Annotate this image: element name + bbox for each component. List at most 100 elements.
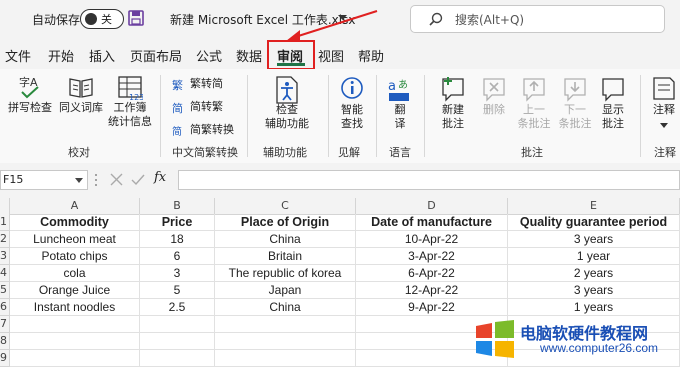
accessibility-icon [276, 76, 298, 104]
table-cell[interactable]: 3 years [508, 282, 680, 299]
autosave-label: 自动保存 [32, 13, 81, 27]
column-header-b[interactable]: B [140, 198, 215, 215]
workbook-statistics-button[interactable]: 123 工作簿 统计信息 [107, 75, 153, 129]
insert-function-button[interactable]: fx [154, 170, 166, 185]
column-header-e[interactable]: E [508, 198, 680, 215]
table-cell[interactable]: China [215, 231, 356, 248]
table-cell[interactable]: 9-Apr-22 [356, 299, 508, 316]
row-header-1[interactable]: 1 [0, 214, 10, 231]
tab-page-layout[interactable]: 页面布局 [130, 46, 182, 65]
table-cell[interactable]: 3 [140, 265, 215, 282]
row-header-8[interactable]: 8 [0, 333, 10, 350]
svg-text:简: 简 [172, 125, 182, 137]
tab-help[interactable]: 帮助 [358, 46, 384, 65]
table-cell[interactable] [140, 333, 215, 350]
previous-comment-button[interactable]: 上一 条批注 [514, 75, 554, 131]
thesaurus-button[interactable]: 同义词库 [58, 75, 104, 115]
table-cell[interactable]: Britain [215, 248, 356, 265]
delete-comment-icon [483, 78, 505, 102]
table-cell[interactable]: 5 [140, 282, 215, 299]
table-cell[interactable] [10, 316, 140, 333]
watermark-url: www.computer26.com [540, 341, 659, 355]
table-header-cell[interactable]: Price [140, 214, 215, 231]
cancel-icon[interactable] [110, 173, 123, 186]
group-label-chinese-conversion: 中文简繁转换 [172, 146, 238, 159]
column-header-a[interactable]: A [10, 198, 140, 215]
row-header-7[interactable]: 7 [0, 316, 10, 333]
table-header-cell[interactable]: Place of Origin [215, 214, 356, 231]
table-cell[interactable] [215, 333, 356, 350]
column-header-c[interactable]: C [215, 198, 356, 215]
group-separator [247, 75, 248, 157]
new-comment-button[interactable]: 新建 批注 [432, 75, 474, 131]
column-header-d[interactable]: D [356, 198, 508, 215]
chevron-down-icon[interactable] [75, 178, 83, 183]
table-cell[interactable]: Instant noodles [10, 299, 140, 316]
save-icon[interactable] [128, 10, 144, 26]
tab-data[interactable]: 数据 [236, 46, 262, 65]
table-cell[interactable]: 1 year [508, 248, 680, 265]
table-cell[interactable]: 3 years [508, 231, 680, 248]
table-cell[interactable] [10, 350, 140, 367]
show-comments-button[interactable]: 显示 批注 [597, 75, 629, 131]
table-cell[interactable]: 2 years [508, 265, 680, 282]
delete-comment-button[interactable]: 删除 [477, 75, 511, 117]
table-cell[interactable]: cola [10, 265, 140, 282]
table-header-cell[interactable]: Date of manufacture [356, 214, 508, 231]
simplified-to-traditional-button[interactable]: 简 简转繁 [172, 99, 252, 115]
row-header-9[interactable]: 9 [0, 350, 10, 367]
thesaurus-label: 同义词库 [59, 101, 103, 114]
traditional-to-simplified-button[interactable]: 繁 繁转简 [172, 76, 252, 92]
enter-icon[interactable] [131, 173, 145, 186]
table-cell[interactable]: Orange Juice [10, 282, 140, 299]
search-box[interactable]: 搜索(Alt+Q) [410, 5, 665, 33]
table-cell[interactable] [10, 333, 140, 350]
group-label-accessibility: 辅助功能 [263, 146, 307, 159]
table-cell[interactable]: Japan [215, 282, 356, 299]
row-header-2[interactable]: 2 [0, 231, 10, 248]
tab-file[interactable]: 文件 [5, 46, 31, 65]
chinese-conversion-button[interactable]: 简 简繁转换 [172, 122, 252, 138]
group-label-insights: 见解 [338, 146, 360, 159]
check-accessibility-button[interactable]: 检查 辅助功能 [256, 75, 318, 131]
row-header-3[interactable]: 3 [0, 248, 10, 265]
previous-comment-label: 上一 条批注 [517, 103, 551, 130]
formula-input[interactable] [178, 170, 680, 190]
tab-view[interactable]: 视图 [318, 46, 344, 65]
spell-check-label: 拼写检查 [8, 101, 52, 114]
table-cell[interactable]: China [215, 299, 356, 316]
tab-home[interactable]: 开始 [48, 46, 74, 65]
select-all-corner[interactable] [0, 198, 10, 215]
table-cell[interactable]: 2.5 [140, 299, 215, 316]
table-cell[interactable]: 1 years [508, 299, 680, 316]
check-accessibility-label: 检查 辅助功能 [265, 103, 309, 130]
spell-check-button[interactable]: 字A 拼写检查 [7, 75, 53, 115]
translate-button[interactable]: a あ 翻 译 [383, 75, 417, 131]
row-header-4[interactable]: 4 [0, 265, 10, 282]
tab-formulas[interactable]: 公式 [196, 46, 222, 65]
table-cell[interactable]: 18 [140, 231, 215, 248]
next-comment-button[interactable]: 下一 条批注 [555, 75, 595, 131]
row-header-5[interactable]: 5 [0, 282, 10, 299]
table-header-cell[interactable]: Quality guarantee period [508, 214, 680, 231]
autosave-toggle[interactable]: 关 [80, 9, 124, 29]
table-cell[interactable] [215, 350, 356, 367]
table-cell[interactable]: 6-Apr-22 [356, 265, 508, 282]
table-cell[interactable] [140, 350, 215, 367]
table-header-cell[interactable]: Commodity [10, 214, 140, 231]
name-box[interactable]: F15 [0, 170, 88, 190]
table-cell[interactable]: 10-Apr-22 [356, 231, 508, 248]
smart-lookup-button[interactable]: 智能 查找 [333, 75, 371, 131]
drag-handle-icon[interactable] [93, 172, 99, 188]
tab-insert[interactable]: 插入 [89, 46, 115, 65]
table-cell[interactable]: 12-Apr-22 [356, 282, 508, 299]
table-cell[interactable]: The republic of korea [215, 265, 356, 282]
notes-button[interactable]: 注释 [648, 75, 680, 128]
table-cell[interactable]: Luncheon meat [10, 231, 140, 248]
table-cell[interactable]: 6 [140, 248, 215, 265]
row-header-6[interactable]: 6 [0, 299, 10, 316]
table-cell[interactable] [215, 316, 356, 333]
table-cell[interactable] [140, 316, 215, 333]
table-cell[interactable]: Potato chips [10, 248, 140, 265]
table-cell[interactable]: 3-Apr-22 [356, 248, 508, 265]
